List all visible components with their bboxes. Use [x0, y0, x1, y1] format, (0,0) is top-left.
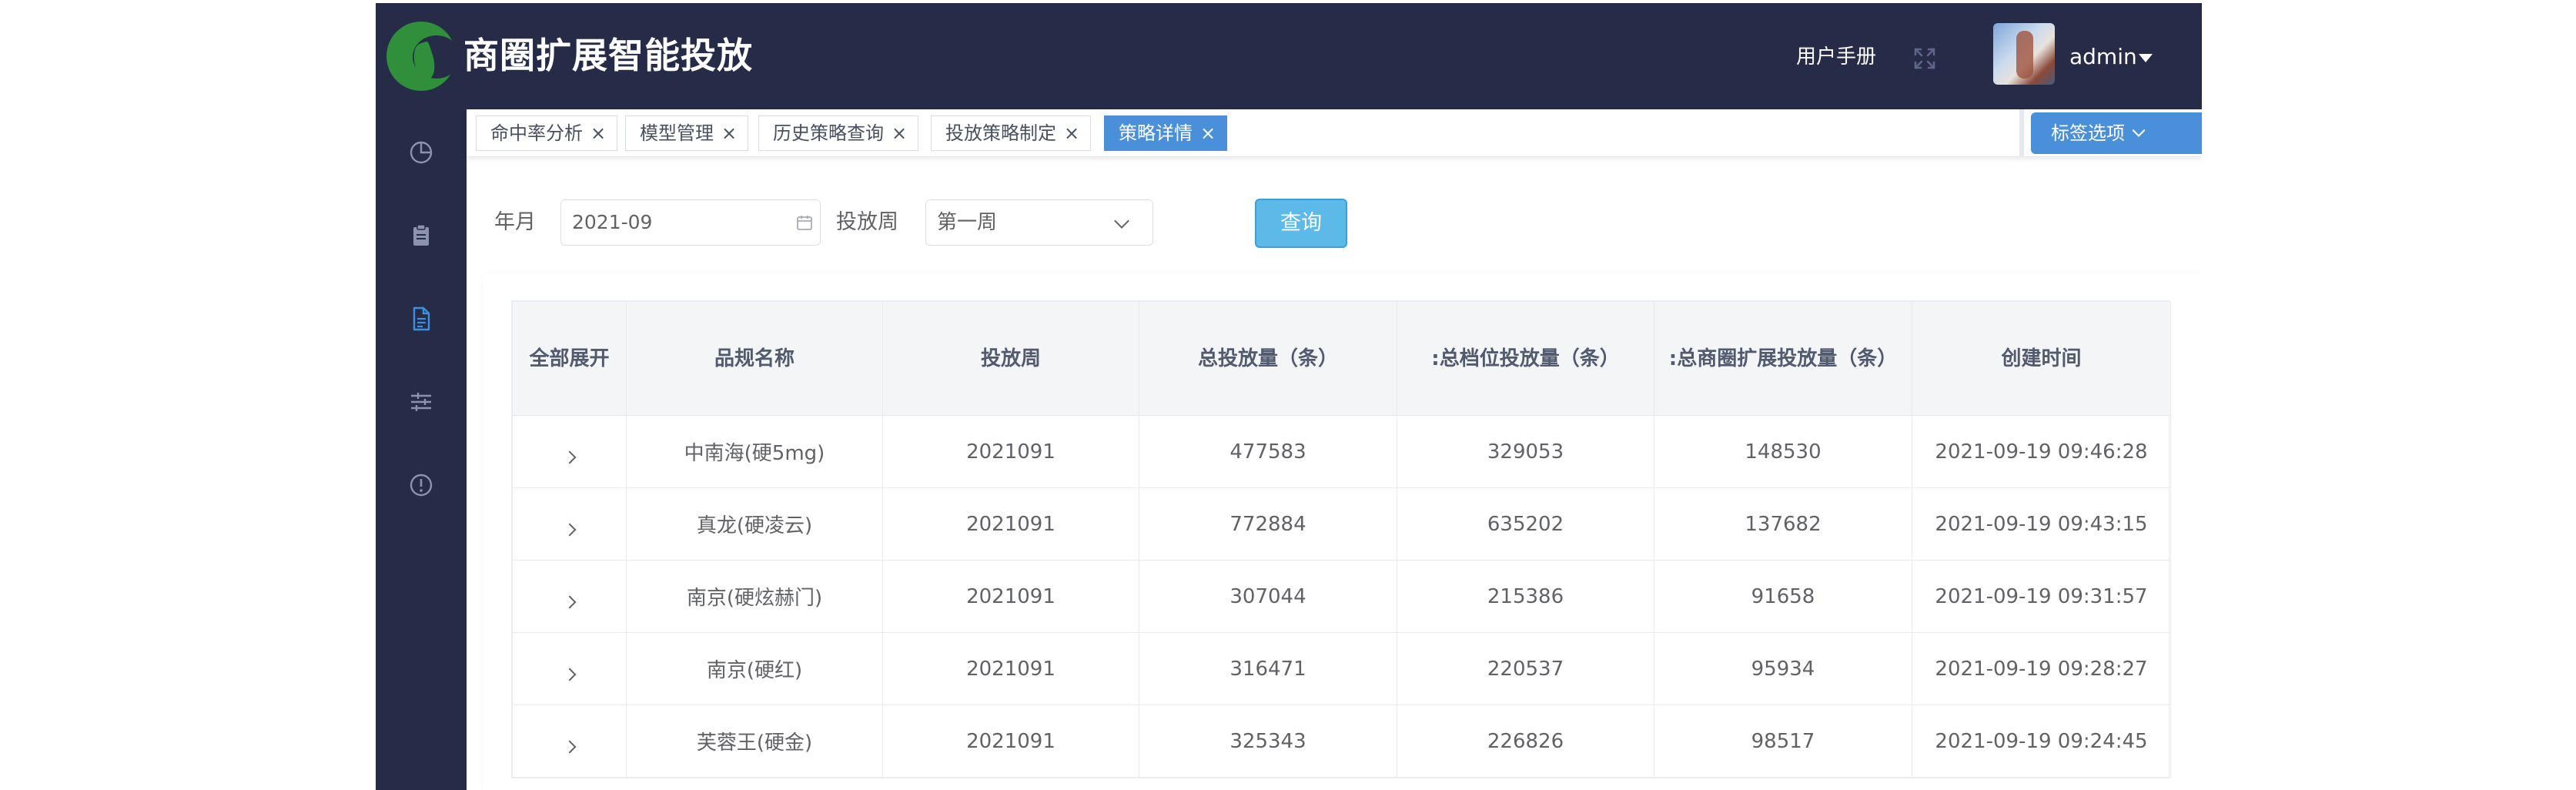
sidebar-item-hit-rate[interactable]	[376, 122, 467, 183]
week-label: 投放周	[836, 210, 898, 234]
table-row: 真龙(硬凌云) 2021091 772884 635202 137682 202…	[512, 487, 2171, 561]
table-header-row: 全部展开 品规名称 投放周 总投放量（条） :总档位投放量（条） :总商圈扩展投…	[512, 301, 2171, 416]
col-created-time: 创建时间	[1912, 301, 2171, 416]
area-volume: 91658	[1654, 560, 1912, 633]
table-row: 南京(硬炫赫门) 2021091 307044 215386 91658 202…	[512, 560, 2171, 633]
close-icon[interactable]: ×	[721, 122, 737, 144]
delivery-week: 2021091	[882, 487, 1139, 561]
delivery-week: 2021091	[882, 560, 1139, 633]
col-expand-all[interactable]: 全部展开	[512, 301, 627, 416]
tag-options-divider	[2019, 109, 2024, 157]
month-picker-input[interactable]: 2021-09	[560, 199, 821, 246]
user-manual-link[interactable]: 用户手册	[1796, 42, 1876, 72]
delivery-week: 2021091	[882, 705, 1139, 778]
area-volume: 98517	[1654, 705, 1912, 778]
close-icon[interactable]: ×	[590, 122, 606, 144]
product-name: 中南海(硬5mg)	[626, 415, 883, 488]
table-row: 南京(硬红) 2021091 316471 220537 95934 2021-…	[512, 632, 2171, 705]
expand-cell[interactable]	[512, 415, 627, 488]
area-volume: 137682	[1654, 487, 1912, 561]
tag-options-button[interactable]: 标签选项	[2031, 112, 2202, 154]
sidebar-item-model[interactable]	[376, 205, 467, 266]
top-header: 商圈扩展智能投放 用户手册 admin	[376, 3, 2202, 109]
sidebar-item-settings[interactable]	[376, 371, 467, 433]
tier-volume: 215386	[1397, 560, 1654, 633]
total-volume: 772884	[1139, 487, 1397, 561]
close-icon[interactable]: ×	[1200, 122, 1216, 144]
col-area-volume: :总商圈扩展投放量（条）	[1654, 301, 1912, 416]
caret-down-icon[interactable]	[2139, 54, 2153, 62]
total-volume: 316471	[1139, 632, 1397, 705]
clipboard-icon	[413, 224, 429, 246]
tag-model-management[interactable]: 模型管理 ×	[625, 115, 749, 151]
created-time: 2021-09-19 09:24:45	[1912, 705, 2171, 778]
avatar[interactable]	[1993, 23, 2055, 85]
product-name: 芙蓉王(硬金)	[626, 705, 883, 778]
chevron-right-icon[interactable]	[563, 595, 576, 609]
col-total-volume: 总投放量（条）	[1139, 301, 1397, 416]
logo-icon	[386, 22, 460, 91]
calendar-icon[interactable]	[796, 214, 813, 231]
created-time: 2021-09-19 09:43:15	[1912, 487, 2171, 561]
table-row: 中南海(硬5mg) 2021091 477583 329053 148530 2…	[512, 415, 2171, 488]
tag-strategy-planning[interactable]: 投放策略制定 ×	[931, 115, 1092, 151]
tags-view-bar: 命中率分析 × 模型管理 × 历史策略查询 × 投放策略制定 × 策略详情 × 标签选项	[467, 109, 2202, 157]
expand-cell[interactable]	[512, 632, 627, 705]
table-row: 芙蓉王(硬金) 2021091 325343 226826 98517 2021…	[512, 705, 2171, 778]
delivery-week: 2021091	[882, 415, 1139, 488]
document-icon	[413, 306, 430, 331]
tier-volume: 226826	[1397, 705, 1654, 778]
created-time: 2021-09-19 09:46:28	[1912, 415, 2171, 488]
product-name: 南京(硬红)	[626, 632, 883, 705]
app-window: 商圈扩展智能投放 用户手册 admin 命中率分析 × 模型管理 × 历史策略查…	[376, 3, 2202, 790]
total-volume: 307044	[1139, 560, 1397, 633]
alert-circle-icon	[410, 474, 433, 497]
strategy-table: 全部展开 品规名称 投放周 总投放量（条） :总档位投放量（条） :总商圈扩展投…	[511, 300, 2171, 778]
total-volume: 325343	[1139, 705, 1397, 778]
col-delivery-week: 投放周	[882, 301, 1139, 416]
expand-cell[interactable]	[512, 560, 627, 633]
close-icon[interactable]: ×	[892, 122, 907, 144]
chevron-down-icon	[2132, 123, 2146, 137]
fullscreen-icon[interactable]	[1912, 46, 1937, 71]
chevron-right-icon[interactable]	[563, 740, 576, 754]
app-title: 商圈扩展智能投放	[463, 35, 753, 76]
sidebar-item-strategy[interactable]	[376, 288, 467, 350]
col-tier-volume: :总档位投放量（条）	[1397, 301, 1654, 416]
chevron-right-icon[interactable]	[563, 450, 576, 464]
username[interactable]: admin	[2069, 42, 2137, 72]
product-name: 南京(硬炫赫门)	[626, 560, 883, 633]
delivery-week: 2021091	[882, 632, 1139, 705]
tier-volume: 329053	[1397, 415, 1654, 488]
close-icon[interactable]: ×	[1064, 122, 1079, 144]
sidebar	[376, 109, 467, 790]
sidebar-item-about[interactable]	[376, 454, 467, 516]
area-volume: 148530	[1654, 415, 1912, 488]
product-name: 真龙(硬凌云)	[626, 487, 883, 561]
chevron-right-icon[interactable]	[563, 668, 576, 681]
sliders-icon	[411, 393, 431, 411]
tag-history-strategy[interactable]: 历史策略查询 ×	[758, 115, 919, 151]
expand-cell[interactable]	[512, 487, 627, 561]
area-volume: 95934	[1654, 632, 1912, 705]
query-button[interactable]: 查询	[1255, 199, 1347, 248]
total-volume: 477583	[1139, 415, 1397, 488]
created-time: 2021-09-19 09:28:27	[1912, 632, 2171, 705]
tier-volume: 220537	[1397, 632, 1654, 705]
chevron-right-icon[interactable]	[563, 523, 576, 537]
tag-strategy-detail[interactable]: 策略详情 ×	[1104, 115, 1228, 151]
tag-hit-rate-analysis[interactable]: 命中率分析 ×	[476, 115, 618, 151]
tier-volume: 635202	[1397, 487, 1654, 561]
month-label: 年月	[494, 210, 536, 234]
pie-chart-icon	[410, 141, 433, 164]
col-product-name: 品规名称	[626, 301, 883, 416]
created-time: 2021-09-19 09:31:57	[1912, 560, 2171, 633]
expand-cell[interactable]	[512, 705, 627, 778]
